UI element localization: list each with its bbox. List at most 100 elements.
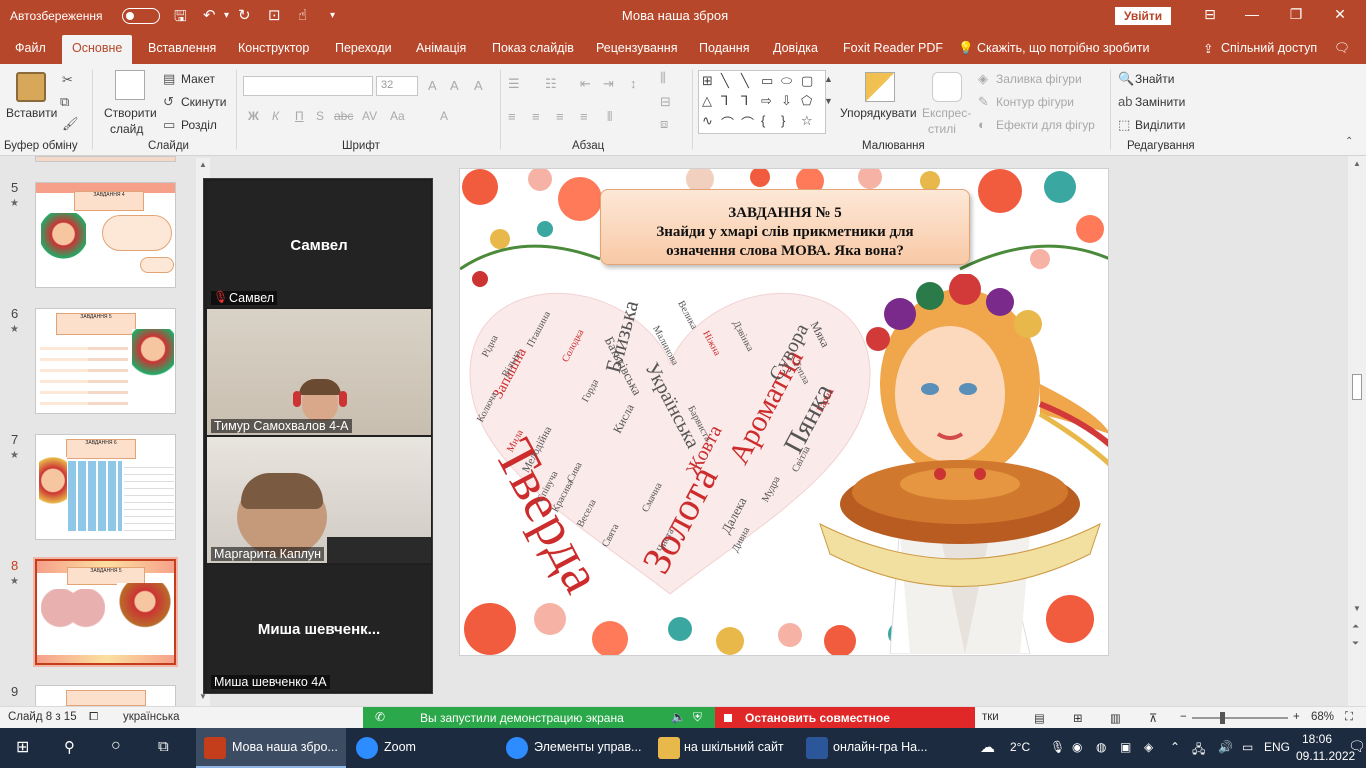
presentation-from-start-icon[interactable]: ⊡ [268, 6, 281, 24]
line2-shape-icon[interactable]: ╲ [741, 73, 749, 89]
close-icon[interactable]: ✕ [1325, 6, 1355, 23]
cortana-icon[interactable]: ○ [111, 737, 121, 755]
arrange-button[interactable]: Упорядкувати [840, 106, 917, 120]
font-family-combo[interactable] [243, 76, 373, 96]
char-spacing-icon[interactable]: AV [362, 109, 377, 123]
increase-font-icon[interactable]: A [428, 78, 437, 93]
tab-design[interactable]: Конструктор [238, 41, 309, 55]
customize-toolbar-icon[interactable]: ▾ [330, 10, 335, 21]
quick-styles-line2[interactable]: стилі [928, 122, 956, 136]
new-slide-button-line2[interactable]: слайд [110, 122, 143, 136]
layout-button[interactable]: Макет [181, 72, 215, 86]
bullets-icon[interactable]: ☰ [508, 76, 520, 92]
video-tile-tymur[interactable]: Тимур Самохвалов 4-А [207, 309, 431, 435]
columns-icon[interactable]: ⫴ [607, 109, 612, 125]
clock-date[interactable]: 09.11.2022 [1296, 749, 1355, 763]
section-button[interactable]: Розділ [181, 118, 217, 132]
numbering-icon[interactable]: ☷ [545, 76, 557, 92]
task-view-icon[interactable]: ⧉ [158, 738, 169, 755]
minimize-icon[interactable]: — [1237, 6, 1267, 22]
stop-share-button[interactable]: Остановить совместное использование [715, 707, 975, 739]
line-spacing-icon[interactable]: ↕ [630, 76, 637, 91]
microphone-icon[interactable]: 🎙 [1050, 740, 1065, 754]
paste-button[interactable]: Вставити [6, 106, 57, 120]
redo-icon[interactable]: ↻ [238, 6, 251, 24]
reading-view-icon[interactable]: ▥ [1110, 711, 1121, 725]
justify-icon[interactable]: ≡ [580, 109, 588, 124]
font-size-combo[interactable]: 32 [376, 76, 418, 96]
tab-home[interactable]: Основне [62, 35, 133, 64]
undo-dropdown-icon[interactable]: ▾ [224, 10, 229, 21]
notifications-icon[interactable]: 🗨 [1348, 738, 1366, 755]
zoom-in-button[interactable]: + [1293, 711, 1300, 723]
text-direction-icon[interactable]: ⫼ [660, 70, 666, 86]
line-shape-icon[interactable]: ╲ [721, 73, 729, 89]
slide-thumbnail-9[interactable] [35, 685, 176, 706]
slide-thumbnail-5[interactable]: ЗАВДАННЯ 4 [35, 182, 176, 288]
replace-button[interactable]: Замінити [1135, 95, 1185, 109]
pentagon-shape-icon[interactable]: ⬠ [801, 93, 812, 109]
right-brace-shape-icon[interactable]: } [781, 113, 785, 128]
connector-icon[interactable]: ⅂ [741, 93, 748, 109]
share-button[interactable]: Спільний доступ [1221, 41, 1317, 55]
right-arrow-shape-icon[interactable]: ⇨ [761, 93, 772, 109]
smartart-icon[interactable]: ⧈ [660, 116, 668, 132]
star-shape-icon[interactable]: ☆ [801, 113, 813, 129]
align-text-icon[interactable]: ⊟ [660, 94, 671, 110]
zoom-slider[interactable] [1192, 717, 1288, 719]
current-slide[interactable]: Тверда Золота Ароматна Пянка Близька Укр… [459, 168, 1109, 656]
slide-thumbnail-7[interactable]: ЗАВДАННЯ 6 [35, 434, 176, 540]
tab-insert[interactable]: Вставлення [148, 41, 216, 55]
shapes-scroll-up-icon[interactable]: ▲ [824, 74, 833, 84]
windows-start-icon[interactable]: ⊞ [16, 737, 29, 757]
oval-shape-icon[interactable]: ⬭ [781, 73, 792, 89]
bold-button[interactable]: Ж [248, 109, 259, 123]
slide-counter[interactable]: Слайд 8 з 15 [8, 711, 77, 723]
clear-formatting-icon[interactable]: A [474, 78, 483, 93]
app-tray-icon[interactable]: ▣ [1120, 740, 1131, 754]
slide-sorter-icon[interactable]: ⊞ [1073, 711, 1083, 725]
collapse-ribbon-icon[interactable]: ⌃ [1345, 136, 1353, 147]
format-painter-icon[interactable]: 🖌 [62, 116, 79, 132]
underline-button[interactable]: П [295, 109, 304, 123]
volume-icon[interactable]: 🔊 [1218, 740, 1233, 754]
rounded-rect-shape-icon[interactable]: ▢ [801, 73, 813, 89]
next-slide-icon[interactable]: ⏷ [1352, 638, 1359, 649]
slide-thumbnail-8[interactable]: ЗАВДАННЯ 5 [33, 557, 178, 667]
weather-icon[interactable]: ☁ [980, 738, 995, 756]
slideshow-view-icon[interactable]: ⊼ [1149, 711, 1157, 725]
taskbar-item-folder[interactable]: на шкільний сайт [650, 728, 798, 768]
elbow-connector-icon[interactable]: ⅂ [721, 93, 728, 109]
align-center-icon[interactable]: ≡ [532, 109, 540, 124]
scroll-thumb[interactable] [1352, 374, 1362, 400]
zoom-out-button[interactable]: − [1180, 711, 1187, 723]
textbox-shape-icon[interactable]: ⊞ [702, 73, 713, 89]
tray-icon[interactable]: ◈ [1144, 740, 1153, 754]
slide-thumbnail-6[interactable]: ЗАВДАННЯ 5 [35, 308, 176, 414]
thumb-prev-partial[interactable] [35, 156, 176, 162]
save-icon[interactable]: 🖫 [174, 6, 187, 31]
select-button[interactable]: Виділити [1135, 118, 1185, 132]
taskbar-item-zoom-controls[interactable]: Элементы управ... [500, 728, 648, 768]
curve-shape-icon[interactable]: ⌒ [741, 113, 754, 132]
clock-time[interactable]: 18:06 [1302, 732, 1332, 746]
align-left-icon[interactable]: ≡ [508, 109, 516, 124]
language-indicator[interactable]: українська [123, 711, 180, 723]
editor-scrollbar[interactable]: ▲ ▼ ⏶ ⏷ [1348, 156, 1366, 706]
video-tile-misha[interactable]: Миша шевченк... Миша шевченко 4А [207, 565, 431, 691]
triangle-shape-icon[interactable]: △ [702, 93, 712, 109]
zoom-tray-icon[interactable]: ◉ [1072, 740, 1082, 754]
shadow-button[interactable]: S [316, 109, 324, 123]
spellcheck-icon[interactable]: ⧠ [89, 711, 98, 724]
shapes-more-icon[interactable]: ▼ [824, 96, 833, 106]
cut-icon[interactable]: ✂ [62, 72, 73, 88]
italic-button[interactable]: К [272, 109, 279, 123]
show-hidden-icons[interactable]: ⌃ [1170, 740, 1180, 754]
tab-transitions[interactable]: Переходи [335, 41, 392, 55]
rectangle-shape-icon[interactable]: ▭ [761, 73, 773, 89]
network-icon[interactable]: 🖧 [1192, 740, 1205, 761]
battery-icon[interactable]: ▭ [1242, 740, 1253, 754]
arrange-icon[interactable] [865, 72, 895, 102]
search-icon[interactable]: ⚲ [64, 738, 75, 756]
zoom-slider-thumb[interactable] [1220, 712, 1225, 724]
